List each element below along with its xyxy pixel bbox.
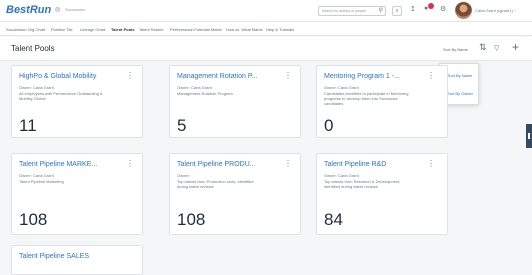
more-options-icon[interactable]: ⋮ xyxy=(126,159,134,168)
search-field[interactable]: Search for actions or people ⚲ xyxy=(318,6,386,16)
help-icon[interactable]: ↥ xyxy=(410,5,416,13)
search-icon[interactable]: ⚲ xyxy=(379,7,383,14)
search-scope-dropdown[interactable]: v xyxy=(392,6,402,16)
card-description: Talent Pipeline Marketing xyxy=(19,179,64,184)
talent-pool-card[interactable]: Talent Pipeline PRODU... ⋮ Owner: Top ta… xyxy=(169,153,301,235)
card-owner: Owner: xyxy=(177,173,190,178)
card-title[interactable]: Talent Pipeline MARKE... xyxy=(19,161,97,168)
company-logo[interactable]: BestRun xyxy=(6,4,51,16)
nav-succession-org-chart[interactable]: Succession Org Chart xyxy=(6,27,45,32)
card-title[interactable]: Talent Pipeline R&D xyxy=(324,161,386,168)
module-switcher[interactable]: Succession xyxy=(65,7,85,12)
card-owner: Owner: Carla Grant xyxy=(19,173,54,178)
card-description: Mobility-Global xyxy=(19,96,46,101)
more-options-icon[interactable]: ⋮ xyxy=(284,159,292,168)
settings-icon[interactable]: ⚙ xyxy=(440,5,446,13)
card-owner: Owner: Carla Grant xyxy=(177,85,212,90)
card-count: 5 xyxy=(177,116,187,135)
sort-by-button[interactable]: Sort By Name xyxy=(443,47,468,52)
sort-icon[interactable]: ⇅ xyxy=(479,42,487,53)
card-owner: Owner: Carla Grant xyxy=(19,85,54,90)
filter-icon[interactable]: ▽ xyxy=(494,44,499,52)
card-count: 108 xyxy=(19,210,48,229)
talent-pool-card[interactable]: Management Rotation P... ⋮ Owner: Carla … xyxy=(169,65,301,138)
card-title[interactable]: Talent Pipeline PRODU... xyxy=(177,161,256,168)
shell-bar: BestRun ◎ Succession Search for actions … xyxy=(0,0,532,22)
talent-pool-card[interactable]: Talent Pipeline SALES xyxy=(11,245,143,275)
nav-position-tile[interactable]: Position Tile xyxy=(51,27,73,32)
search-input[interactable]: Search for actions or people xyxy=(322,9,366,13)
more-options-icon[interactable]: ⋮ xyxy=(427,159,435,168)
avatar[interactable] xyxy=(455,2,472,19)
card-title[interactable]: Mentoring Program 1 -... xyxy=(324,73,400,80)
nav-performance-potential-matrix[interactable]: Performance-Potential Matrix xyxy=(170,27,222,32)
more-options-icon[interactable]: ⋮ xyxy=(284,71,292,80)
card-description: identified during talent reviews xyxy=(324,184,378,189)
page-title: Talent Pools xyxy=(11,44,55,53)
navigation-bar: Succession Org Chart Position Tile Linea… xyxy=(0,22,532,36)
card-description: candidates xyxy=(324,101,344,106)
user-menu[interactable]: Carla Grant (cgrant1) ~ xyxy=(475,8,516,13)
home-icon[interactable]: ◎ xyxy=(55,6,60,13)
talent-pool-card[interactable]: Talent Pipeline R&D ⋮ Owner: Carla Grant… xyxy=(316,153,448,235)
card-count: 0 xyxy=(324,116,334,135)
card-count: 11 xyxy=(19,116,37,135)
nav-talent-pools[interactable]: Talent Pools xyxy=(111,27,134,32)
card-count: 108 xyxy=(177,210,206,229)
card-owner: Owner: Carla Grant xyxy=(324,85,359,90)
card-title[interactable]: HighPo & Global Mobility xyxy=(19,73,96,80)
add-icon[interactable]: + xyxy=(512,40,519,54)
card-count: 84 xyxy=(324,210,343,229)
card-description: Management Rotation Program xyxy=(177,91,233,96)
card-description: during talent reviews xyxy=(177,184,214,189)
talent-pool-card[interactable]: Talent Pipeline MARKE... ⋮ Owner: Carla … xyxy=(11,153,143,235)
card-title[interactable]: Management Rotation P... xyxy=(177,73,257,80)
card-title[interactable]: Talent Pipeline SALES xyxy=(19,253,89,260)
side-panel-tab[interactable] xyxy=(526,124,532,148)
card-owner: Owner: Carla Grant xyxy=(324,173,359,178)
nav-help-tutorials[interactable]: Help & Tutorials xyxy=(266,27,294,32)
talent-pool-card[interactable]: HighPo & Global Mobility ⋮ Owner: Carla … xyxy=(11,65,143,138)
talent-pool-card[interactable]: Mentoring Program 1 -... ⋮ Owner: Carla … xyxy=(316,65,448,138)
nav-how-vs-what-matrix[interactable]: How vs. What Matrix xyxy=(226,27,263,32)
nav-talent-search[interactable]: Talent Search xyxy=(139,27,163,32)
more-options-icon[interactable]: ⋮ xyxy=(126,71,134,80)
page-header: Talent Pools Sort By Name ⇅ ▽ + xyxy=(0,37,532,61)
notification-badge xyxy=(428,3,434,9)
more-options-icon[interactable]: ⋮ xyxy=(427,71,435,80)
nav-lineage-chart[interactable]: Lineage Chart xyxy=(80,27,105,32)
